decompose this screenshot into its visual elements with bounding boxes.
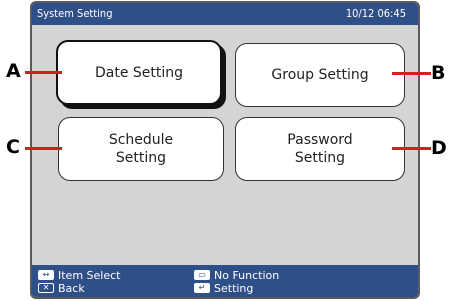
schedule-setting-button[interactable]: Schedule Setting [58, 117, 224, 181]
password-setting-label: Password Setting [287, 132, 353, 166]
item-select-label: Item Select [58, 268, 121, 282]
device-screen: System Setting 10/12 06:45 Date Setting … [30, 1, 420, 299]
footer-bar: ↔ Item Select ✕ Back ▭ No Function ↵ Set… [32, 265, 418, 297]
group-setting-button[interactable]: Group Setting [235, 43, 405, 107]
date-time: 10/12 06:45 [345, 7, 406, 20]
footer-item-select: ↔ Item Select [38, 268, 120, 282]
footer-back: ✕ Back [38, 281, 85, 295]
group-setting-label: Group Setting [271, 67, 369, 83]
callout-d: D [431, 137, 447, 159]
callout-b: B [431, 62, 446, 84]
title-bar: System Setting 10/12 06:45 [32, 3, 418, 25]
footer-setting: ↵ Setting [194, 281, 253, 295]
date-setting-button[interactable]: Date Setting [56, 40, 222, 105]
date-setting-label: Date Setting [94, 64, 184, 81]
callout-a: A [6, 60, 21, 82]
setting-label: Setting [214, 281, 254, 295]
leader-line-b [392, 72, 431, 75]
enter-return-icon: ↵ [194, 283, 210, 293]
back-icon: ✕ [38, 283, 54, 293]
schedule-setting-label: Schedule Setting [108, 132, 174, 166]
screen-title: System Setting [37, 7, 113, 20]
leader-line-a [25, 71, 62, 74]
password-setting-button[interactable]: Password Setting [235, 117, 405, 181]
screen-icon: ▭ [194, 270, 210, 280]
footer-no-function: ▭ No Function [194, 268, 279, 282]
callout-c: C [6, 136, 20, 158]
back-label: Back [58, 281, 85, 295]
left-right-arrows-icon: ↔ [38, 270, 54, 280]
leader-line-c [25, 147, 62, 150]
no-function-label: No Function [214, 268, 280, 282]
leader-line-d [392, 147, 431, 150]
